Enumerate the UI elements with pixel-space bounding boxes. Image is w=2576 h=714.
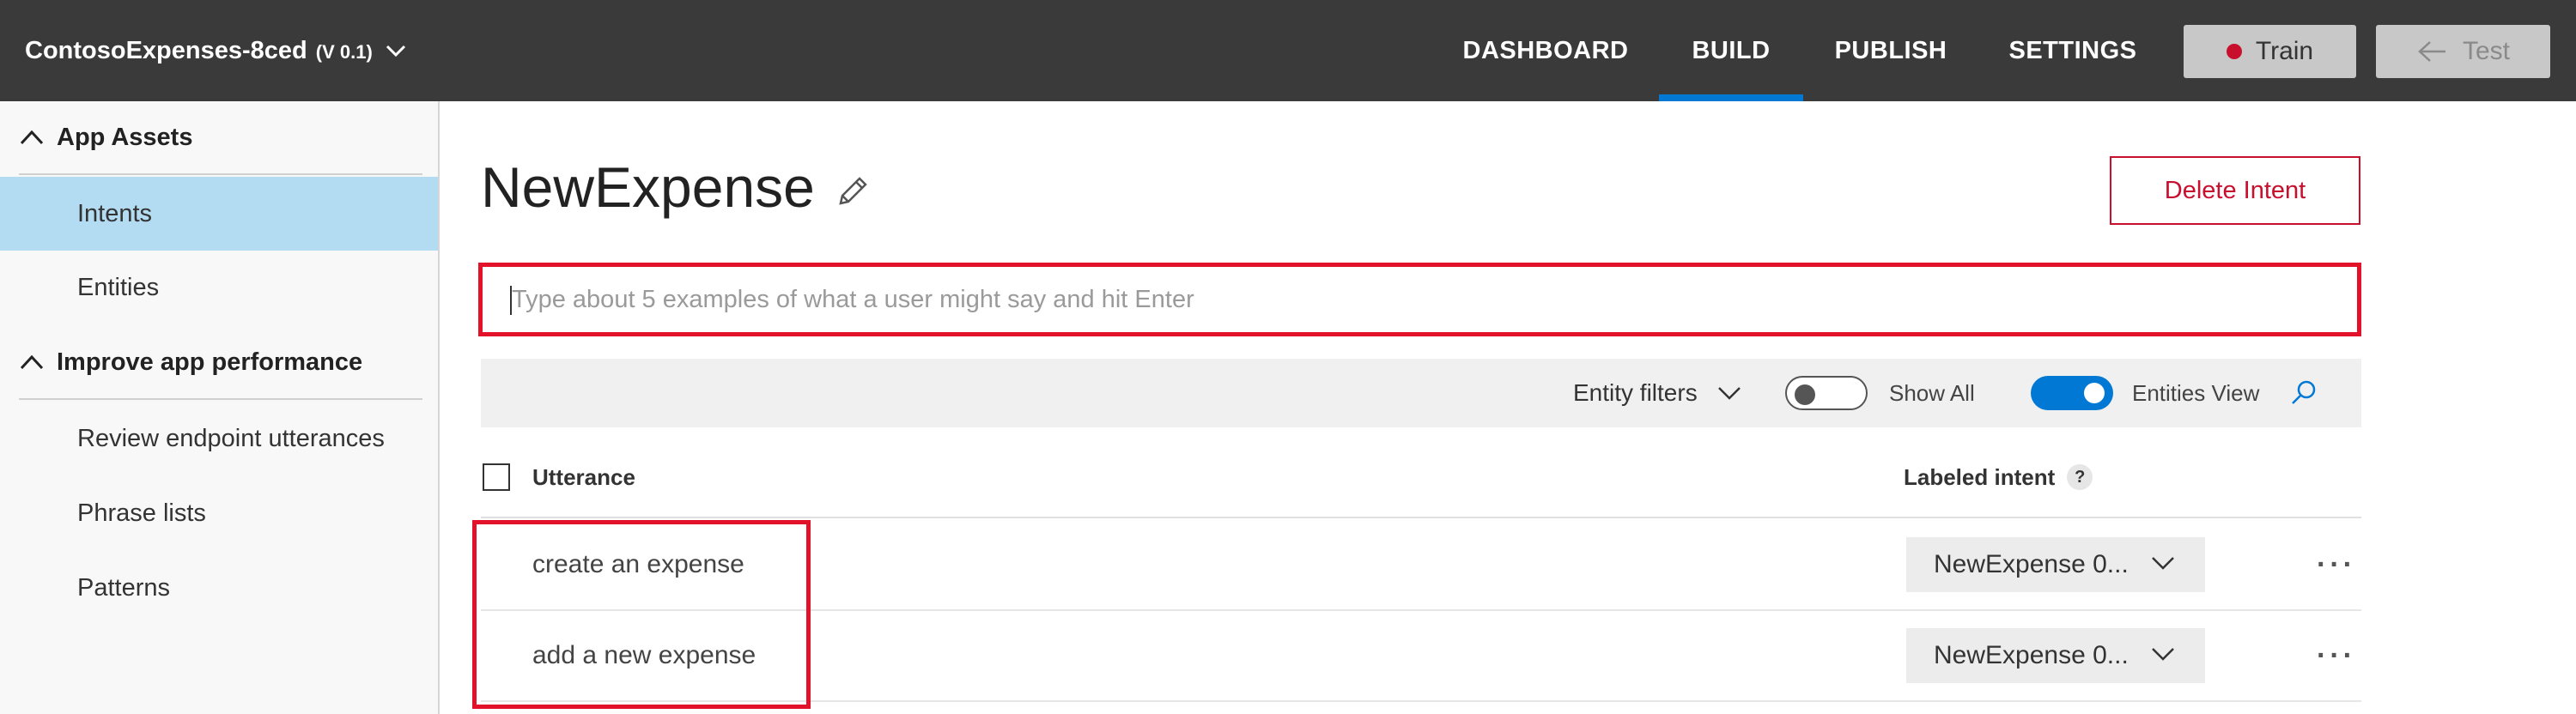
sidebar-item-review-endpoint-utterances[interactable]: Review endpoint utterances (0, 402, 438, 475)
filter-bar: Entity filters Show All Entities View (481, 359, 2361, 427)
toggle-knob (2084, 383, 2105, 403)
more-options-icon[interactable]: ··· (2317, 520, 2356, 609)
arrow-left-icon (2418, 41, 2445, 62)
table-row: add a new expense NewExpense 0... ··· (481, 611, 2361, 702)
top-navigation-bar: ContosoExpenses-8ced (V 0.1) DASHBOARD B… (0, 0, 2576, 101)
chevron-down-icon (2152, 557, 2174, 570)
sidebar-section-label: App Assets (57, 123, 193, 151)
table-header: Utterance Labeled intent ? (481, 446, 2361, 518)
show-all-label: Show All (1889, 379, 1975, 406)
page-title: NewExpense (481, 155, 815, 219)
entities-view-toggle[interactable] (2031, 376, 2113, 410)
utterance-input-container (478, 263, 2361, 336)
utterance-input[interactable] (483, 267, 2357, 332)
column-header-utterance[interactable]: Utterance (532, 446, 635, 508)
more-options-icon[interactable]: ··· (2317, 611, 2356, 700)
intent-dropdown[interactable]: NewExpense 0... (1906, 628, 2205, 683)
tab-settings[interactable]: SETTINGS (1985, 0, 2160, 101)
select-all-checkbox[interactable] (483, 463, 510, 491)
sidebar-section-improve-performance[interactable]: Improve app performance (19, 326, 422, 400)
tab-publish[interactable]: PUBLISH (1820, 0, 1961, 101)
sidebar-item-intents[interactable]: Intents (0, 177, 438, 251)
app-name: ContosoExpenses-8ced (25, 36, 307, 64)
utterance-text[interactable]: add a new expense (532, 611, 756, 700)
chevron-up-icon (20, 130, 44, 145)
chevron-down-icon (2152, 648, 2174, 661)
status-dot-icon (2226, 44, 2242, 59)
utterance-text[interactable]: create an expense (532, 520, 744, 609)
labeled-intent-label: Labeled intent (1904, 463, 2056, 490)
intent-title-row: NewExpense (481, 154, 872, 220)
sidebar-section-app-assets[interactable]: App Assets (19, 101, 422, 175)
tab-build[interactable]: BUILD (1659, 0, 1803, 101)
train-button[interactable]: Train (2184, 25, 2356, 78)
sidebar: App Assets Intents Entities Improve app … (0, 101, 440, 714)
chevron-down-icon (386, 45, 405, 57)
sidebar-item-entities[interactable]: Entities (0, 251, 438, 324)
train-button-label: Train (2255, 37, 2314, 65)
entity-filters-dropdown[interactable]: Entity filters (1573, 359, 1742, 427)
intent-dropdown-value: NewExpense 0... (1934, 641, 2129, 669)
tab-dashboard[interactable]: DASHBOARD (1451, 0, 1640, 101)
chevron-down-icon (1717, 387, 1741, 400)
search-icon[interactable] (2288, 378, 2319, 408)
test-button[interactable]: Test (2376, 25, 2550, 78)
sidebar-section-label: Improve app performance (57, 348, 363, 376)
pencil-edit-icon[interactable] (834, 172, 872, 210)
delete-intent-button[interactable]: Delete Intent (2110, 156, 2360, 225)
toggle-knob (1795, 384, 1815, 405)
help-icon[interactable]: ? (2067, 464, 2093, 490)
app-version: (V 0.1) (315, 41, 373, 63)
entity-filters-label: Entity filters (1573, 379, 1698, 406)
sidebar-item-patterns[interactable]: Patterns (0, 551, 438, 625)
column-header-labeled-intent: Labeled intent ? (1904, 446, 2093, 508)
sidebar-item-phrase-lists[interactable]: Phrase lists (0, 476, 438, 550)
intent-dropdown-value: NewExpense 0... (1934, 550, 2129, 578)
chevron-up-icon (20, 354, 44, 370)
intent-dropdown[interactable]: NewExpense 0... (1906, 537, 2205, 592)
entities-view-label: Entities View (2132, 379, 2260, 406)
app-selector[interactable]: ContosoExpenses-8ced (V 0.1) (25, 0, 410, 101)
test-button-label: Test (2462, 37, 2511, 65)
show-all-toggle[interactable] (1785, 376, 1868, 410)
table-row: create an expense NewExpense 0... ··· (481, 520, 2361, 611)
text-cursor (510, 286, 512, 315)
